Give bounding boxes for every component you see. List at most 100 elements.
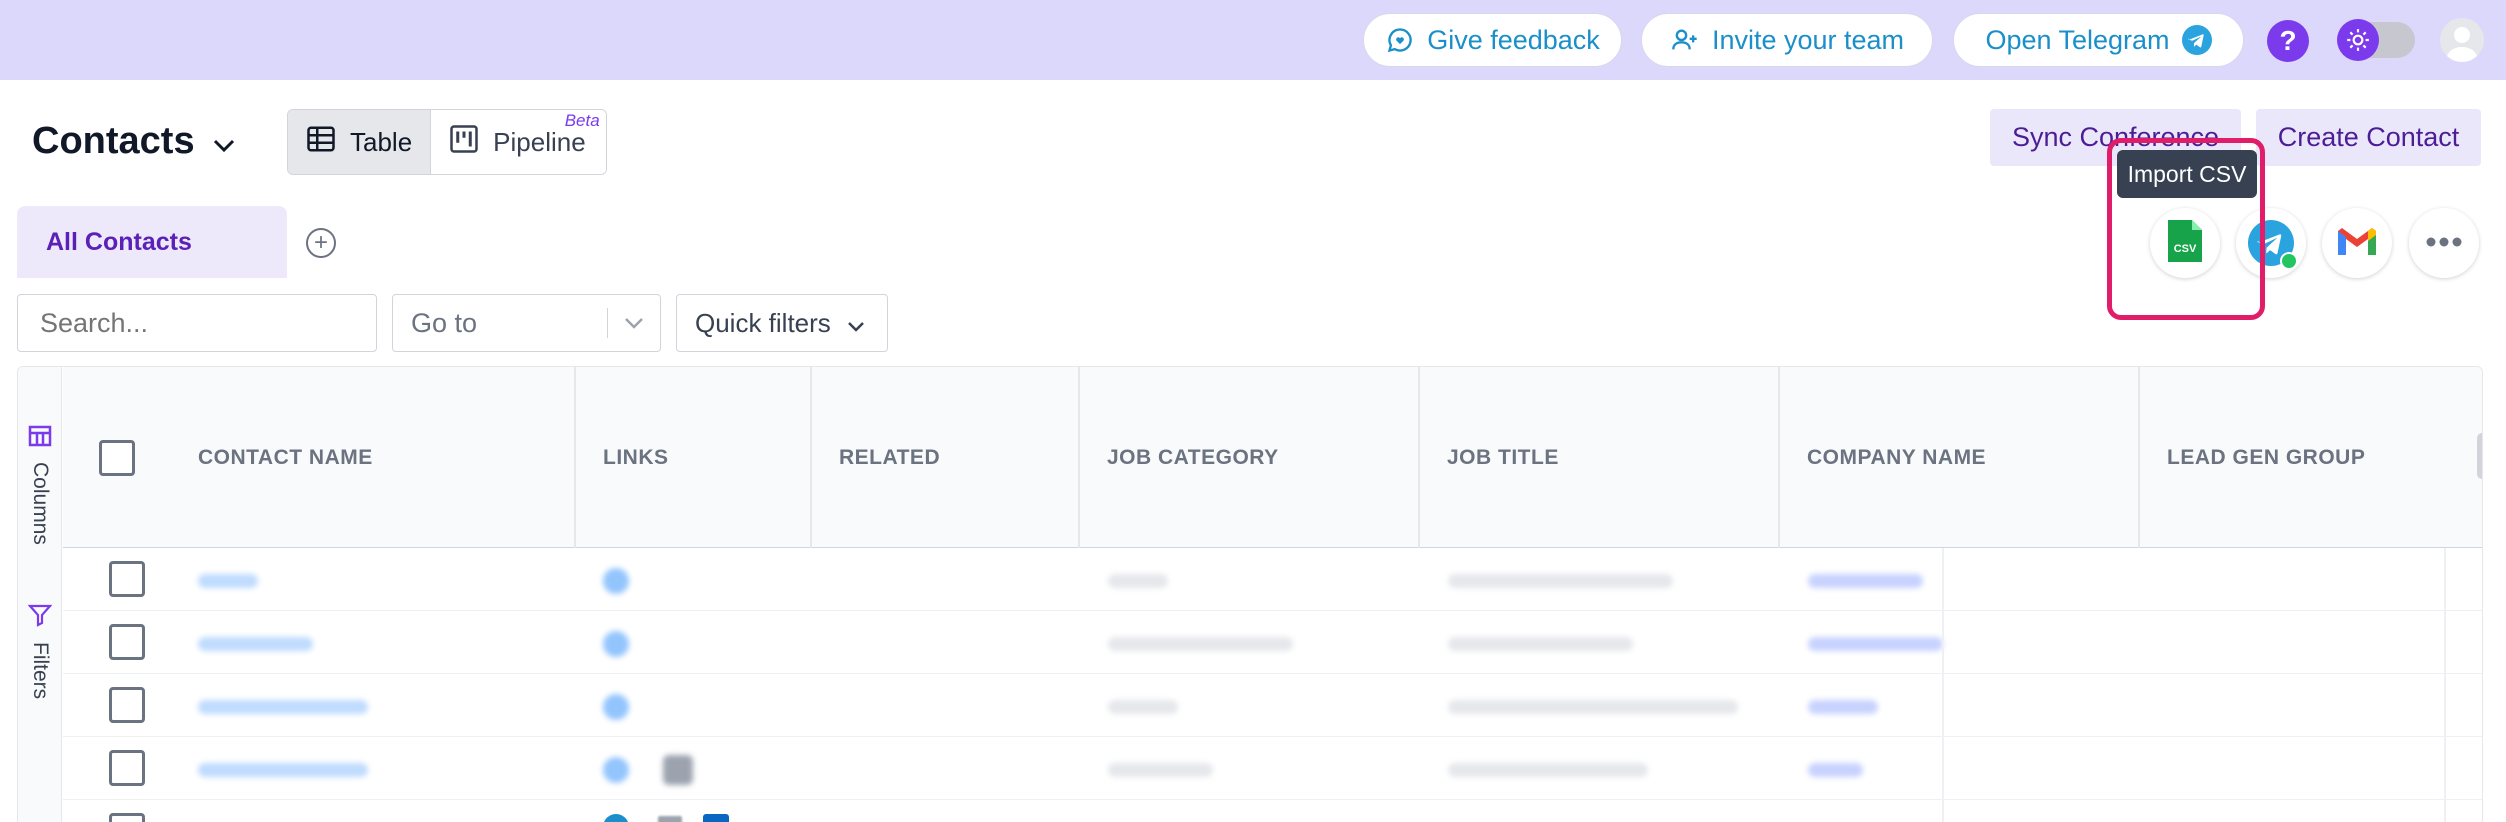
row-checkbox[interactable] [109,561,145,597]
row-checkbox[interactable] [109,687,145,723]
create-contact-button[interactable]: Create Contact [2256,109,2481,166]
feedback-icon [1385,25,1415,55]
top-bar: Give feedback Invite your team Open Tele… [0,0,2506,80]
column-divider [2444,548,2446,822]
row-checkbox[interactable] [109,813,145,822]
theme-toggle[interactable] [2337,19,2415,61]
invite-team-button[interactable]: Invite your team [1641,13,1933,67]
column-header-label: JOB TITLE [1447,445,1559,469]
quick-filters-label: Quick filters [695,307,831,338]
blurred-company-name [1808,700,1878,714]
table-row[interactable] [63,737,2482,800]
telegram-icon [2181,25,2212,55]
gmail-button[interactable] [2322,208,2392,278]
search-input[interactable] [17,294,377,352]
column-header-related[interactable]: RELATED [812,367,1080,548]
view-pipeline-label: Pipeline [493,126,586,157]
view-pipeline-button[interactable]: Pipeline Beta [431,110,606,174]
plus-icon: + [313,229,328,256]
blurred-company-name [1808,637,1943,651]
blurred-contact-name [198,700,368,714]
blurred-job-category [1108,574,1168,588]
import-csv-tooltip: Import CSV [2117,150,2257,198]
contacts-table: Columns Filters CONTACT NAME LINKS RELAT… [17,366,2483,822]
more-options-button[interactable] [2409,208,2479,278]
column-header-label: RELATED [839,445,941,469]
column-header-label: LEAD GEN GROUP [2167,445,2366,469]
blurred-link-icon [663,755,693,785]
column-header-label: LINKS [603,445,669,469]
column-header-label: JOB CATEGORY [1107,445,1279,469]
create-contact-label: Create Contact [2277,122,2460,152]
help-label: ? [2279,25,2297,56]
table-row[interactable] [63,674,2482,737]
quick-filters-dropdown[interactable]: Quick filters [676,294,888,352]
kanban-icon [449,124,479,161]
column-divider [1942,548,1944,822]
chevron-down-icon [847,308,865,339]
row-checkbox[interactable] [109,624,145,660]
column-header-job-title[interactable]: JOB TITLE [1420,367,1780,548]
telegram-icon [603,814,629,822]
columns-icon [28,425,52,452]
table-header: CONTACT NAME LINKS RELATED JOB CATEGORY … [63,367,2482,548]
beta-badge: Beta [564,111,600,130]
column-header-links[interactable]: LINKS [576,367,812,548]
blurred-link-icon [603,694,629,720]
x-icon [658,816,682,822]
column-header-lead-gen-group[interactable]: LEAD GEN GROUP [2140,367,2482,548]
chevron-down-icon [608,317,660,329]
more-horizontal-icon [2426,234,2462,252]
blurred-job-title [1448,574,1673,588]
add-column-button[interactable]: + [2477,433,2482,479]
view-switcher: Table Pipeline Beta [287,109,607,175]
table-row[interactable] [63,800,2482,822]
give-feedback-label: Give feedback [1427,24,1600,55]
give-feedback-button[interactable]: Give feedback [1363,13,1622,67]
help-button[interactable]: ? [2267,20,2309,62]
gmail-icon [2336,225,2378,262]
select-all-cell [63,367,171,548]
columns-label: Columns [29,462,52,545]
open-telegram-label: Open Telegram [1985,24,2170,55]
table-sidebar: Columns Filters [18,367,62,822]
table-row[interactable] [63,611,2482,674]
blurred-job-category [1108,637,1293,651]
tooltip-text: Import CSV [2127,160,2247,187]
columns-panel-toggle[interactable]: Columns [18,425,62,545]
column-header-contact-name[interactable]: CONTACT NAME [171,367,576,548]
user-avatar[interactable] [2440,18,2484,62]
go-to-select[interactable]: Go to [392,294,661,352]
page-title-text: Contacts [32,120,195,162]
linkedin-icon [703,814,729,822]
page-title[interactable]: Contacts [32,120,235,163]
blurred-contact-name [198,763,368,777]
add-user-icon [1670,25,1700,55]
table-row[interactable] [63,548,2482,611]
view-table-button[interactable]: Table [288,110,432,174]
tab-all-contacts[interactable]: All Contacts [17,206,287,278]
filters-panel-toggle[interactable]: Filters [18,603,62,699]
column-header-label: CONTACT NAME [198,445,373,469]
invite-team-label: Invite your team [1711,24,1905,55]
add-tab-button[interactable]: + [306,228,336,258]
filters-label: Filters [29,642,52,700]
chevron-down-icon [213,120,235,163]
tab-all-contacts-label: All Contacts [46,227,192,256]
row-checkbox[interactable] [109,750,145,786]
blurred-company-name [1808,763,1863,777]
open-telegram-button[interactable]: Open Telegram [1953,13,2244,67]
filter-icon [27,603,53,632]
blurred-job-title [1448,700,1738,714]
column-header-company-name[interactable]: COMPANY NAME [1780,367,2140,548]
blurred-contact-name [198,574,258,588]
blurred-job-title [1448,637,1633,651]
column-header-job-category[interactable]: JOB CATEGORY [1080,367,1420,548]
select-all-checkbox[interactable] [99,439,135,476]
blurred-link-icon [603,631,629,657]
column-header-label: COMPANY NAME [1807,445,1987,469]
view-table-label: Table [350,126,413,157]
blurred-job-category [1108,700,1178,714]
status-dot [2280,252,2298,270]
blurred-company-name [1808,574,1923,588]
